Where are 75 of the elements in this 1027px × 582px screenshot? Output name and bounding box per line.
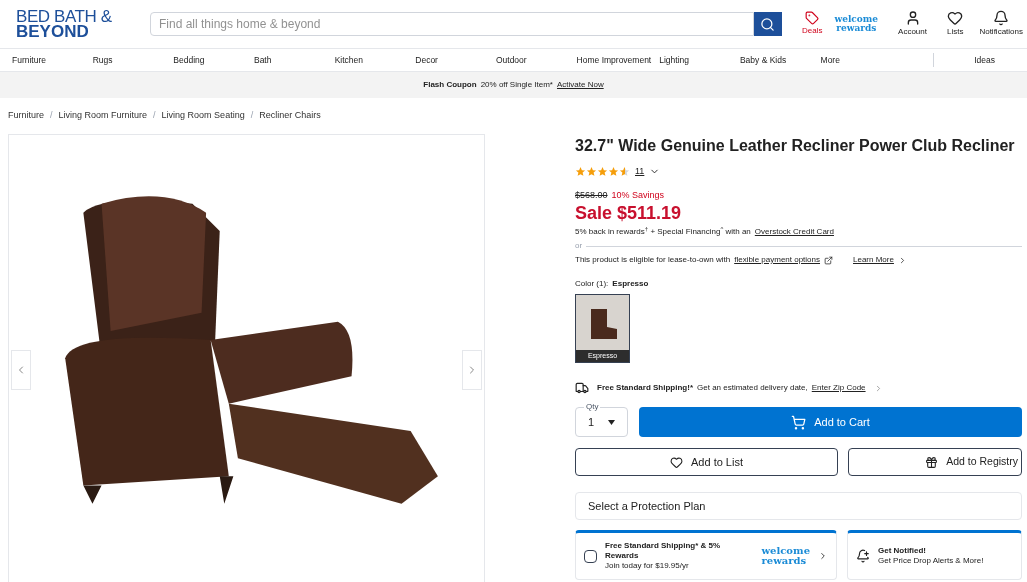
nav-link[interactable]: Kitchen [334, 53, 408, 67]
heart-icon [670, 455, 683, 469]
account-link[interactable]: Account [898, 10, 927, 38]
heart-icon [947, 10, 964, 26]
promo-text: 20% off Single Item* [480, 79, 553, 91]
rewards-title: Free Standard Shipping* & 5% Rewards [605, 541, 722, 561]
nav-link[interactable]: More [820, 53, 894, 67]
nav-link[interactable]: Ideas [974, 53, 995, 67]
bell-icon [993, 10, 1010, 26]
product-title: 32.7" Wide Genuine Leather Recliner Power Club Recliner [575, 136, 1016, 156]
lists-link[interactable]: Lists [946, 10, 964, 38]
color-label: Color (1): [575, 278, 609, 290]
external-link-icon [824, 255, 833, 265]
star-icon [586, 166, 597, 178]
add-to-registry-button[interactable]: Add to Registry [848, 448, 1022, 476]
promo-link[interactable]: Activate Now [557, 79, 604, 91]
caret-icon [608, 419, 615, 425]
breadcrumb-separator: / [250, 109, 254, 123]
rewards-logo[interactable]: welcome rewards [834, 15, 879, 33]
nav-link[interactable]: Baby & Kids [739, 53, 813, 67]
star-icon [575, 166, 586, 178]
star-icon [619, 166, 630, 178]
cart-icon [791, 414, 807, 430]
nav-link[interactable]: Rugs [92, 53, 166, 67]
nav-link[interactable]: Decor [415, 53, 488, 67]
deals-link[interactable]: Deals [802, 11, 823, 37]
nav-link[interactable]: Home Improvement [576, 53, 652, 67]
logo[interactable]: BED BATH & BEYOND [16, 8, 126, 40]
savings-text: 10% Savings [611, 188, 665, 202]
notify-card[interactable]: Get Notified! Get Price Drop Alerts & More! [847, 530, 1022, 580]
breadcrumb-link[interactable]: Furniture [8, 109, 44, 123]
gift-icon [925, 455, 939, 469]
add-to-cart-button[interactable]: Add to Cart [639, 407, 1022, 437]
star-icon [608, 166, 619, 178]
nav-link[interactable]: Bedding [173, 53, 246, 67]
notify-title: Get Notified! [878, 546, 927, 556]
learn-more-link[interactable]: Learn More [853, 254, 894, 266]
breadcrumb-separator: / [153, 109, 156, 123]
notifications-link[interactable]: Notifications [979, 10, 1023, 38]
original-price: $568.00 [575, 188, 608, 202]
nav-link[interactable]: Outdoor [495, 53, 569, 67]
rewards-logo: welcome rewards [761, 546, 810, 566]
notify-subtitle: Get Price Drop Alerts & More! [878, 556, 984, 566]
financing-text: 5% back in rewards$^{†}$ + Special Financing$^{^}$ with an [575, 226, 751, 238]
add-to-list-button[interactable]: Add to List [575, 448, 838, 476]
protection-plan-select[interactable]: Select a Protection Plan [575, 492, 1022, 520]
payment-options-link[interactable]: flexible payment options [734, 254, 820, 266]
search-icon [760, 16, 776, 32]
or-text: or [575, 240, 583, 252]
nav-link[interactable]: Furniture [12, 53, 85, 67]
zip-code-link[interactable]: Enter Zip Code [811, 382, 866, 394]
chevron-right-icon [818, 551, 828, 561]
promo-title: Flash Coupon [423, 79, 477, 91]
sale-price: Sale $511.19 [575, 202, 683, 224]
shipping-title: Free Standard Shipping!* [597, 382, 693, 394]
shipping-text: Get an estimated delivery date, [697, 382, 808, 394]
breadcrumb-link[interactable]: Living Room Seating [161, 109, 245, 123]
star-icon [597, 166, 608, 178]
credit-card-link[interactable]: Overstock Credit Card [754, 226, 834, 238]
breadcrumb-link[interactable]: Recliner Chairs [259, 109, 321, 123]
nav-link[interactable]: Lighting [659, 53, 732, 67]
review-count-link[interactable]: 11 [635, 165, 645, 179]
tag-icon [805, 11, 820, 25]
rewards-subtitle: Join today for $19.95/yr [605, 561, 690, 571]
color-value: Espresso [612, 278, 649, 290]
search-field[interactable]: Find all things home & beyond [150, 12, 754, 36]
nav-link[interactable]: Bath [253, 53, 327, 67]
rewards-checkbox[interactable] [584, 549, 597, 563]
breadcrumb-link[interactable]: Living Room Furniture [58, 109, 148, 123]
truck-icon [575, 381, 589, 395]
bell-plus-icon [856, 549, 870, 563]
quantity-label: Qty [584, 401, 601, 413]
breadcrumb-separator: / [50, 109, 53, 123]
lease-text: This product is eligible for lease-to-own with [575, 254, 731, 266]
search-button[interactable] [754, 12, 782, 36]
